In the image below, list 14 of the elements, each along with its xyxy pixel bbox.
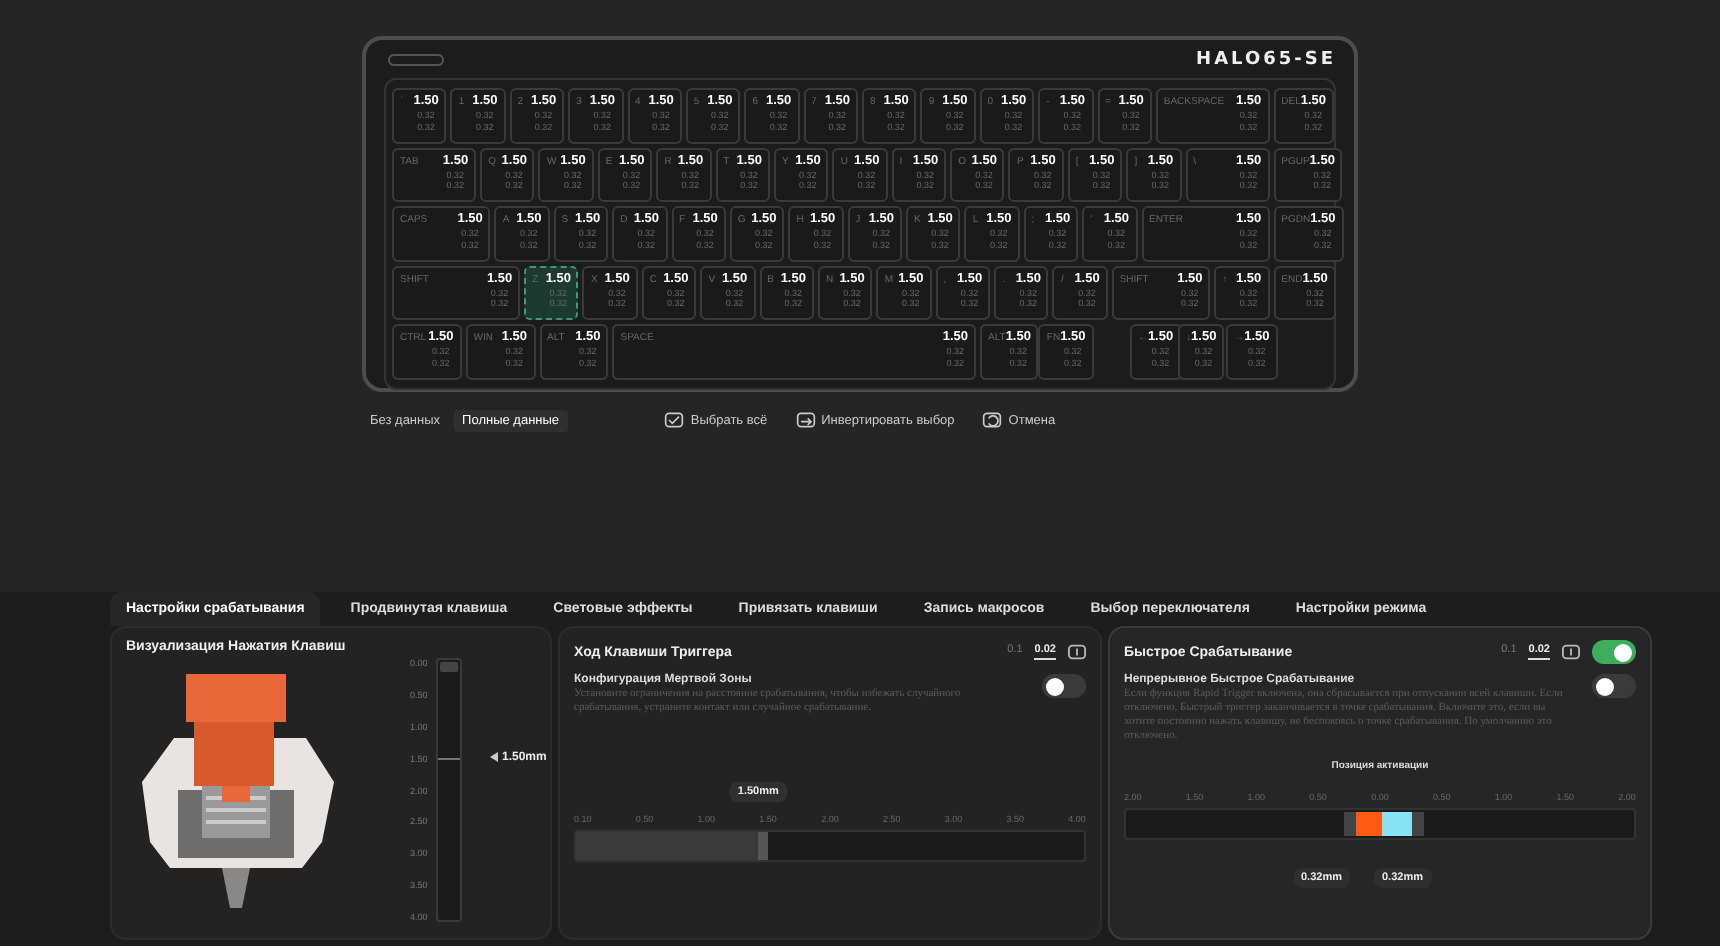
range-handle[interactable] bbox=[1344, 812, 1425, 836]
info-icon[interactable] bbox=[1068, 644, 1086, 660]
checkbox-icon bbox=[664, 410, 685, 430]
info-icon[interactable] bbox=[1562, 644, 1580, 660]
arrow-box-icon bbox=[795, 410, 816, 430]
slider-track[interactable] bbox=[574, 829, 1086, 861]
undo-icon bbox=[982, 410, 1003, 430]
toggle-switch[interactable] bbox=[1592, 640, 1636, 664]
indicator-bar bbox=[388, 54, 444, 66]
toggle-switch[interactable] bbox=[1592, 674, 1636, 698]
slider-track[interactable] bbox=[1124, 808, 1636, 840]
pointer-icon bbox=[490, 752, 498, 762]
keyboard-logo: HALO65-SE bbox=[1196, 50, 1336, 70]
toggle-switch[interactable] bbox=[1042, 674, 1086, 698]
